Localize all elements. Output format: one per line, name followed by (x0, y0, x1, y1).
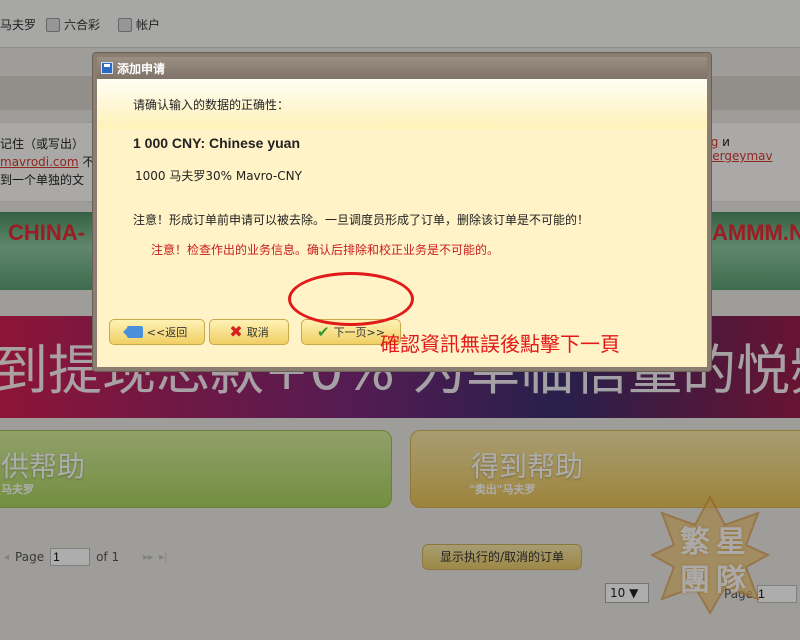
dialog-titlebar[interactable]: 添加申请 (97, 57, 707, 79)
confirm-label: 请确认输入的数据的正确性： (133, 98, 290, 112)
back-arrow-icon (122, 326, 143, 338)
close-icon: ✖ (229, 322, 243, 341)
back-button-label: <<返回 (146, 326, 188, 339)
cancel-button[interactable]: ✖ 取消 (209, 319, 289, 345)
next-button-label: 下一页>> (333, 326, 385, 339)
warning-text: 注意！形成订单前申请可以被去除。一旦调度员形成了订单，删除该订单是不可能的！ (133, 213, 590, 227)
amount-detail: 1000 马夫罗30% Mavro-CNY (135, 169, 302, 183)
add-application-dialog: 添加申请 请确认输入的数据的正确性： 1 000 CNY: Chinese yu… (92, 52, 712, 372)
back-button[interactable]: <<返回 (109, 319, 205, 345)
amount-title: 1 000 CNY: Chinese yuan (133, 135, 301, 151)
cancel-button-label: 取消 (246, 326, 269, 339)
highlight-circle (288, 272, 414, 326)
dialog-title: 添加申请 (117, 61, 166, 76)
warning-text-red: 注意！检查作出的业务信息。确认后排除和校正业务是不可能的。 (151, 243, 500, 257)
dialog-body: 请确认输入的数据的正确性： 1 000 CNY: Chinese yuan 10… (97, 79, 707, 367)
check-icon: ✔ (316, 322, 330, 341)
annotation-text: 確認資訊無誤後點擊下一頁 (380, 332, 620, 356)
save-icon (101, 62, 113, 74)
